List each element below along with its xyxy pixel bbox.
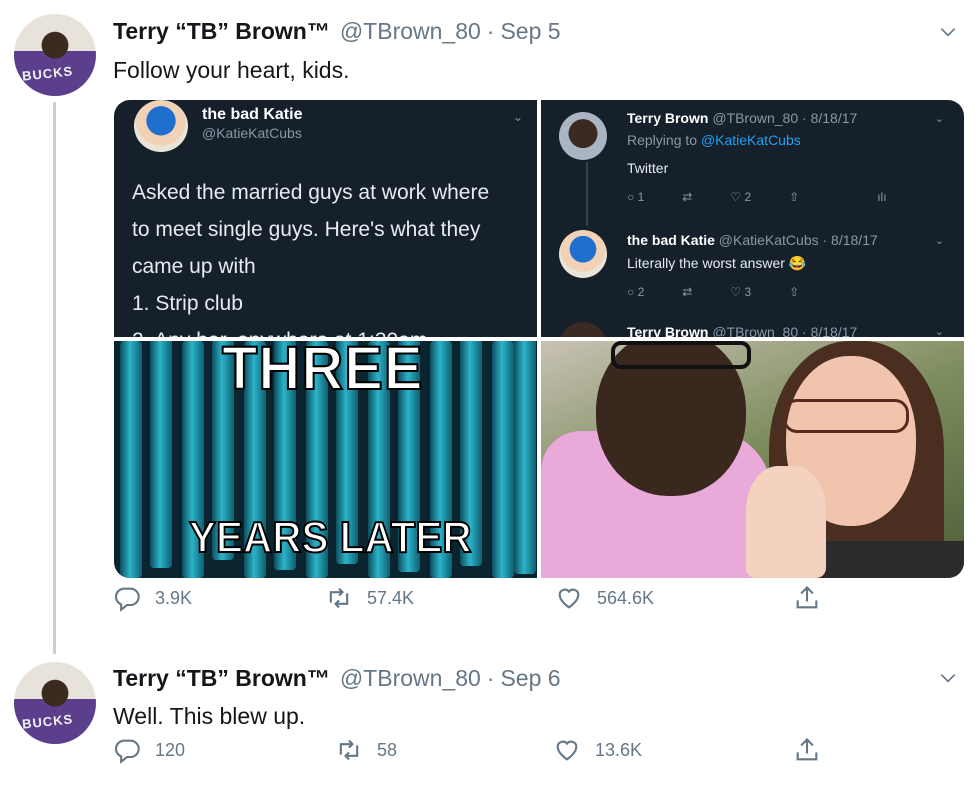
embedded-body: Asked the married guys at work where to … xyxy=(132,174,527,337)
media-grid[interactable]: the bad Katie @KatieKatCubs ⌄ Asked the … xyxy=(114,100,964,578)
embedded-line: 2. Any bar, anywhere at 1:30am xyxy=(132,322,527,337)
thread-line xyxy=(53,102,56,654)
separator: · xyxy=(486,665,495,691)
timestamp[interactable]: Sep 5 xyxy=(500,18,560,45)
avatar-jersey-text: BUCKS xyxy=(21,711,74,732)
embedded-text: Literally the worst answer 😂 xyxy=(627,255,807,271)
meme-top-text: THREE xyxy=(221,341,424,404)
embedded-actions: ○ 1 ⇄ ♡ 2 ⇧ ılı xyxy=(627,190,887,204)
display-name[interactable]: Terry “TB” Brown™ xyxy=(113,18,330,45)
reply-icon xyxy=(114,739,140,764)
heart-icon xyxy=(556,740,578,761)
media-image-2[interactable]: Terry Brown @TBrown_80 · 8/18/17 ⌄ Reply… xyxy=(541,100,964,337)
embedded-name: the bad Katie xyxy=(202,106,303,123)
embedded-line: Asked the married guys at work where xyxy=(132,181,490,204)
embedded-thread-line xyxy=(586,162,588,226)
heart-icon xyxy=(558,588,580,609)
retweet-icon xyxy=(339,739,359,761)
tweet[interactable]: BUCKS Terry “TB” Brown™ @TBrown_80 · Sep… xyxy=(0,0,980,654)
embedded-chevron-icon: ⌄ xyxy=(934,326,944,337)
like-count: 13.6K xyxy=(595,739,643,760)
embedded-avatar xyxy=(134,100,188,152)
embedded-name: Terry Brown @TBrown_80 · 8/18/17 xyxy=(627,110,858,126)
embedded-text: Twitter xyxy=(627,160,669,176)
tweet-header: Terry “TB” Brown™ @TBrown_80 · Sep 5 xyxy=(113,18,561,45)
embedded-actions: ○ 2 ⇄ ♡ 3 ⇧ xyxy=(627,285,800,299)
share-button[interactable] xyxy=(793,584,821,612)
embedded-avatar xyxy=(559,112,607,160)
media-image-4[interactable] xyxy=(541,341,964,578)
embedded-line: to meet single guys. Here's what they xyxy=(132,218,481,241)
avatar[interactable]: BUCKS xyxy=(14,14,96,96)
like-button[interactable]: 13.6K xyxy=(553,736,642,764)
retweet-button[interactable]: 58 xyxy=(335,736,397,764)
share-button[interactable] xyxy=(793,736,821,764)
reply-count: 3.9K xyxy=(155,587,193,608)
embedded-avatar xyxy=(559,230,607,278)
media-image-3[interactable]: THREE YEARS LATER xyxy=(114,341,537,578)
username[interactable]: @TBrown_80 xyxy=(340,18,481,45)
username[interactable]: @TBrown_80 xyxy=(340,665,481,692)
reply-icon xyxy=(114,587,140,612)
retweet-count: 58 xyxy=(377,739,398,760)
display-name[interactable]: Terry “TB” Brown™ xyxy=(113,665,330,692)
retweet-icon xyxy=(329,587,349,609)
chevron-down-icon[interactable] xyxy=(938,22,958,42)
embedded-line: 1. Strip club xyxy=(132,292,243,315)
share-icon xyxy=(796,738,818,761)
embedded-chevron-icon: ⌄ xyxy=(934,113,944,125)
chevron-down-icon[interactable] xyxy=(938,668,958,688)
reply-count: 120 xyxy=(155,739,186,760)
embedded-name: Terry Brown @TBrown_80 · 8/18/17 xyxy=(627,324,858,337)
tweet[interactable]: BUCKS Terry “TB” Brown™ @TBrown_80 · Sep… xyxy=(0,650,980,789)
tweet-text: Follow your heart, kids. xyxy=(113,57,350,83)
reply-button[interactable]: 3.9K xyxy=(113,584,192,612)
like-button[interactable]: 564.6K xyxy=(555,584,654,612)
embedded-handle: @KatieKatCubs xyxy=(202,125,302,141)
timestamp[interactable]: Sep 6 xyxy=(500,665,560,692)
tweet-text: Well. This blew up. xyxy=(113,703,306,729)
embedded-name: the bad Katie @KatieKatCubs · 8/18/17 xyxy=(627,232,878,248)
like-count: 564.6K xyxy=(597,587,655,608)
reply-button[interactable]: 120 xyxy=(113,736,185,764)
embedded-line: came up with xyxy=(132,255,256,278)
embedded-chevron-icon: ⌄ xyxy=(934,235,944,247)
avatar-jersey-text: BUCKS xyxy=(21,63,74,84)
separator: · xyxy=(486,18,495,44)
embedded-avatar xyxy=(559,322,607,337)
retweet-button[interactable]: 57.4K xyxy=(325,584,414,612)
tweet-header: Terry “TB” Brown™ @TBrown_80 · Sep 6 xyxy=(113,665,561,692)
avatar[interactable]: BUCKS xyxy=(14,662,96,744)
share-icon xyxy=(796,586,818,609)
media-image-1[interactable]: the bad Katie @KatieKatCubs ⌄ Asked the … xyxy=(114,100,537,337)
embedded-replying: Replying to @KatieKatCubs xyxy=(627,132,801,148)
retweet-count: 57.4K xyxy=(367,587,415,608)
meme-bottom-text: YEARS LATER xyxy=(188,512,472,563)
embedded-chevron-icon: ⌄ xyxy=(512,110,523,124)
